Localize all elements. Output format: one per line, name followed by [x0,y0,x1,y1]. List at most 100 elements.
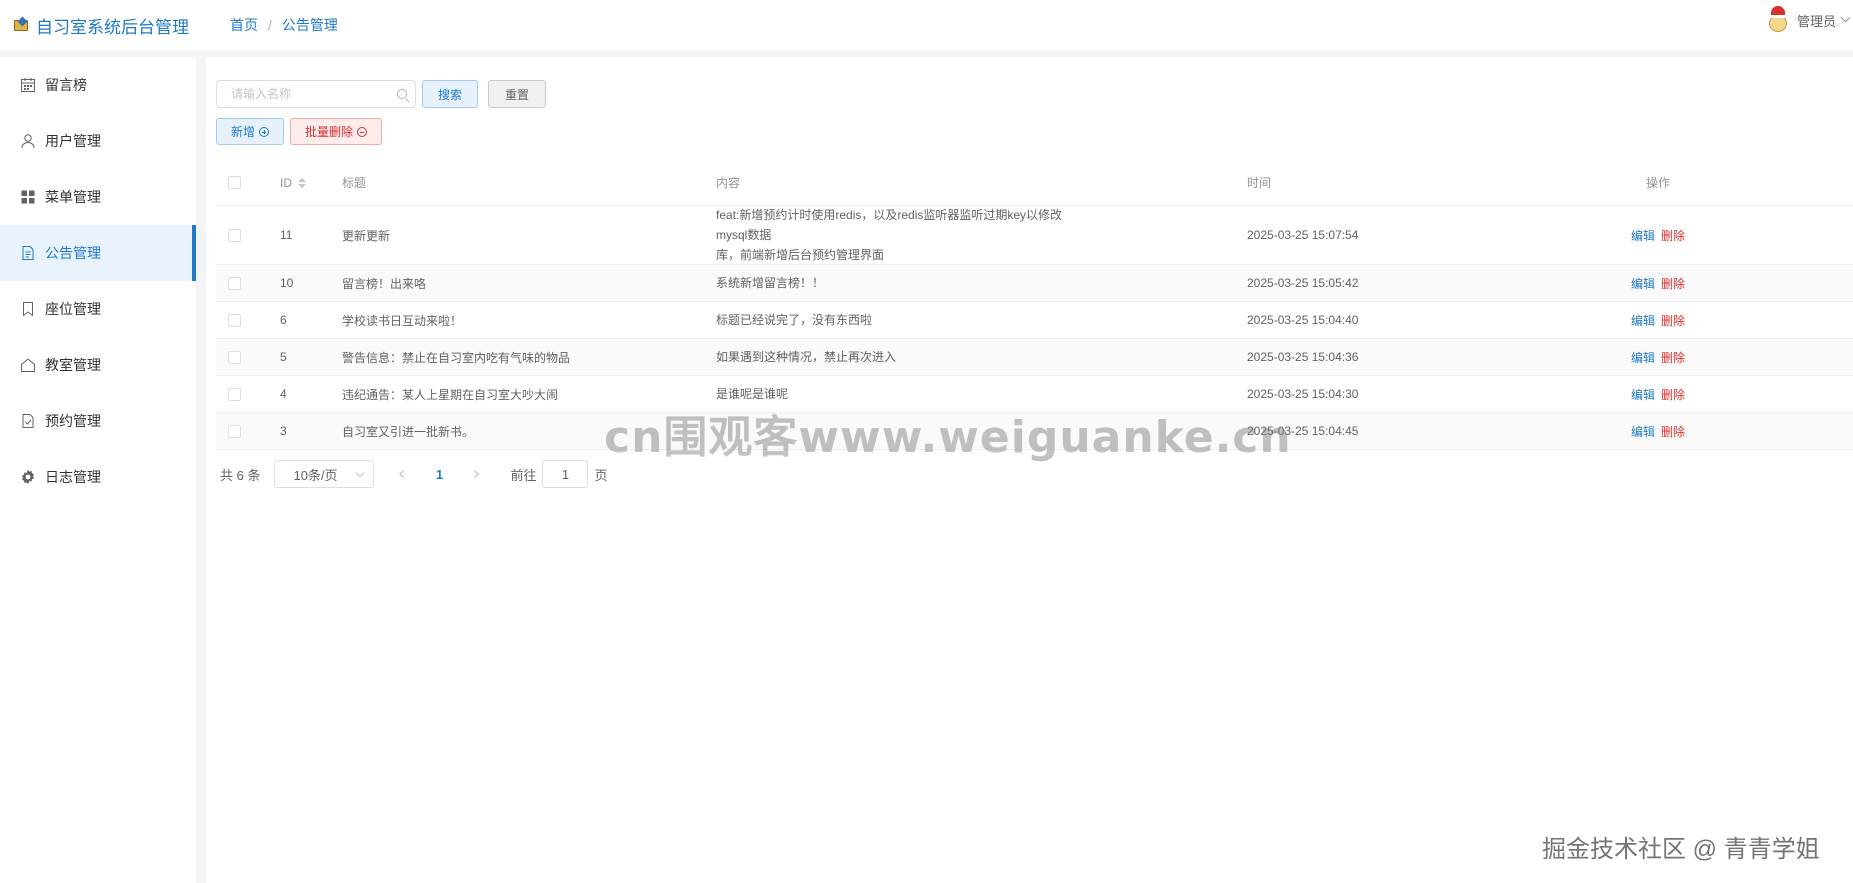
edit-link[interactable]: 编辑 [1631,351,1655,365]
page-number[interactable]: 1 [424,467,454,482]
row-time: 2025-03-25 15:04:30 [1247,387,1359,401]
search-field[interactable] [216,80,416,108]
sidebar-item-label: 预约管理 [45,413,101,429]
sidebar-item-label: 留言榜 [45,77,87,93]
edit-link[interactable]: 编辑 [1631,314,1655,328]
edit-link[interactable]: 编辑 [1631,229,1655,243]
row-id: 11 [280,228,293,242]
calendar-icon [20,77,36,93]
row-time: 2025-03-25 15:04:40 [1247,313,1359,327]
row-content: 系统新增留言榜！！ [716,276,825,290]
row-checkbox[interactable] [228,276,241,290]
sidebar-item-message-board[interactable]: 留言榜 [0,57,196,113]
delete-link[interactable]: 删除 [1661,425,1685,439]
row-content-line: feat:新增预约计时使用redis，以及redis监听器监听过期key以修改m… [716,208,1063,242]
header-id-label: ID [280,175,292,190]
row-content: feat:新增预约计时使用redis，以及redis监听器监听过期key以修改m… [716,205,1076,265]
avatar [1765,6,1791,34]
app-logo[interactable]: 自习室系统后台管理 [14,13,214,38]
chevron-down-icon [1840,12,1851,23]
corner-watermark: 掘金技术社区 @ 青青学姐 [1542,836,1820,863]
breadcrumb-current: 公告管理 [281,17,338,33]
header-id[interactable]: ID [280,176,306,190]
select-all-checkbox[interactable] [228,176,241,189]
edit-link[interactable]: 编辑 [1631,425,1655,439]
edit-link[interactable]: 编辑 [1631,277,1655,291]
checklist-icon [20,413,36,429]
sidebar-item-label: 日志管理 [45,469,101,485]
table-row: 5 警告信息：禁止在自习室内吃有气味的物品 如果遇到这种情况，禁止再次进入 20… [216,339,1853,376]
row-checkbox[interactable] [228,387,241,401]
gear-icon [20,469,36,485]
row-operations: 编辑 删除 [1478,227,1838,244]
action-bar: 新增 批量删除 [216,118,383,145]
row-checkbox[interactable] [228,424,241,438]
delete-link[interactable]: 删除 [1661,277,1685,291]
row-time: 2025-03-25 15:04:36 [1247,350,1359,364]
sidebar-item-reservations[interactable]: 预约管理 [0,393,196,449]
row-id: 3 [280,424,287,438]
search-toolbar: 搜索 重置 [216,80,547,108]
pagination-total: 共 6 条 [220,467,261,483]
sidebar-item-announcements[interactable]: 公告管理 [0,225,196,281]
header-operations: 操作 [1645,176,1670,190]
sidebar: 留言榜 用户管理 菜单管理 公告管理 座位管理 教室管理 预约管理 日志管理 [0,57,196,883]
batch-delete-label: 批量删除 [305,125,354,139]
row-time: 2025-03-25 15:07:54 [1247,228,1359,242]
pagination: 共 6 条 10条/页 1 前往 页 [220,460,608,488]
table-row: 11 更新更新 feat:新增预约计时使用redis，以及redis监听器监听过… [216,206,1853,265]
bookmark-icon [20,301,36,317]
sidebar-item-label: 教室管理 [45,357,101,373]
row-content: 如果遇到这种情况，禁止再次进入 [716,350,897,364]
user-menu[interactable]: 管理员 [1765,6,1853,34]
row-operations: 编辑 删除 [1478,275,1838,292]
goto-page-input[interactable] [542,460,589,488]
search-input[interactable] [217,81,415,107]
add-button[interactable]: 新增 [216,118,285,145]
goto-page: 前往 页 [510,460,608,488]
row-id: 10 [280,276,294,290]
row-title: 违纪通告：某人上星期在自习室大吵大闹 [342,387,559,402]
breadcrumb: 首页 / 公告管理 [230,15,338,35]
search-button[interactable]: 搜索 [422,80,479,108]
delete-link[interactable]: 删除 [1661,314,1685,328]
delete-link[interactable]: 删除 [1661,388,1685,402]
page-size-select[interactable]: 10条/页 [274,460,375,488]
row-checkbox[interactable] [228,313,241,327]
sidebar-item-classrooms[interactable]: 教室管理 [0,337,196,393]
sidebar-item-logs[interactable]: 日志管理 [0,449,196,505]
sort-icon[interactable] [298,178,306,189]
row-operations: 编辑 删除 [1478,312,1838,329]
sidebar-item-menus[interactable]: 菜单管理 [0,169,196,225]
row-id: 6 [280,313,287,327]
row-operations: 编辑 删除 [1478,349,1838,366]
row-title: 自习室又引进一批新书。 [342,424,475,439]
table-row: 10 留言榜！出来咯 系统新增留言榜！！ 2025-03-25 15:05:42… [216,265,1853,302]
folder-pen-icon [14,16,30,33]
sidebar-item-users[interactable]: 用户管理 [0,113,196,169]
user-icon [20,133,36,149]
sidebar-item-seats[interactable]: 座位管理 [0,281,196,337]
row-operations: 编辑 删除 [1478,423,1838,440]
next-page-button[interactable] [462,460,490,488]
sidebar-item-label: 座位管理 [45,301,101,317]
house-icon [20,357,36,373]
prev-page-button[interactable] [388,460,416,488]
row-content-line: 库，前端新增后台预约管理界面 [716,248,885,262]
delete-link[interactable]: 删除 [1661,351,1685,365]
add-button-label: 新增 [231,125,256,139]
reset-button[interactable]: 重置 [488,80,547,108]
row-checkbox[interactable] [228,228,241,242]
app-title: 自习室系统后台管理 [36,17,189,37]
delete-link[interactable]: 删除 [1661,229,1685,243]
row-operations: 编辑 删除 [1478,386,1838,403]
user-name: 管理员 [1796,13,1836,29]
chevron-down-icon [356,468,365,478]
row-time: 2025-03-25 15:05:42 [1247,276,1359,290]
row-checkbox[interactable] [228,350,241,364]
row-title: 警告信息：禁止在自习室内吃有气味的物品 [342,350,571,365]
edit-link[interactable]: 编辑 [1631,388,1655,402]
breadcrumb-separator: / [268,17,272,33]
batch-delete-button[interactable]: 批量删除 [290,118,383,145]
breadcrumb-home[interactable]: 首页 [230,15,258,35]
